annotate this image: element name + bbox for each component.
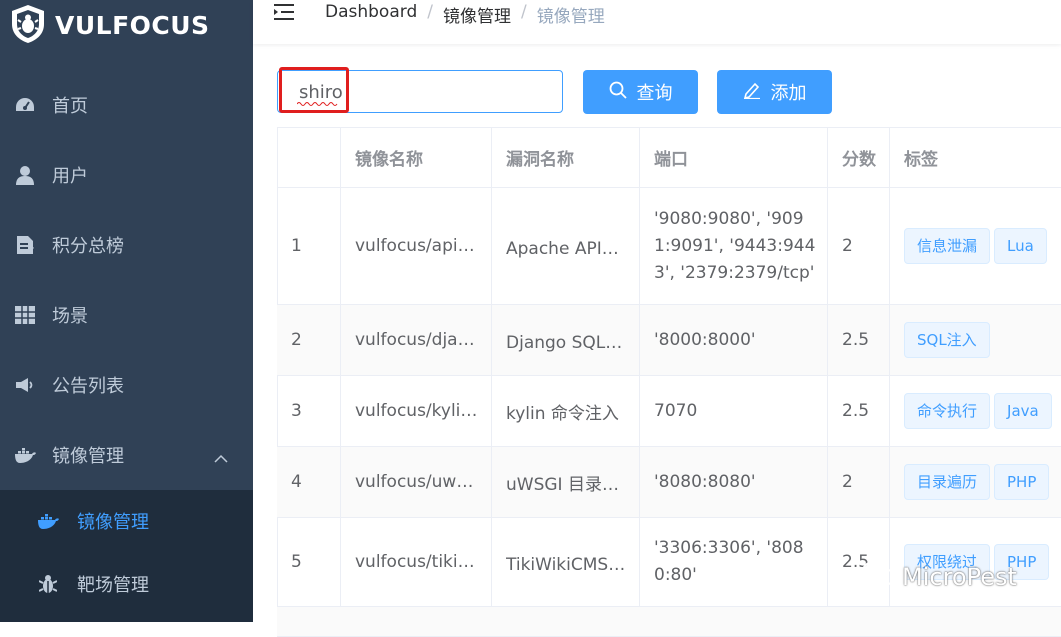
bug-shield-logo-icon: [10, 4, 46, 48]
sidebar-item-scenes[interactable]: 场景: [0, 280, 253, 350]
vuln-name: TikiWikiCMS 权限绕过: [506, 554, 639, 575]
row-index: 2: [277, 305, 341, 375]
image-name: vulfocus/tikiwiki-cve_2020_15906: [355, 552, 491, 572]
tag: Java: [994, 393, 1052, 429]
search-icon: [609, 81, 627, 104]
breadcrumb-image-management[interactable]: 镜像管理: [443, 2, 511, 27]
sidebar-item-home[interactable]: 首页: [0, 70, 253, 140]
bug-icon: [37, 573, 59, 595]
column-header-vuln-name: 漏洞名称: [492, 127, 640, 187]
submenu-item-label: 镜像管理: [77, 512, 149, 533]
watermark: MicroPest: [862, 560, 1017, 594]
image-name: vulfocus/apisix-cve_2020_13945: [355, 236, 491, 256]
image-name: vulfocus/kylin-cve_2020_13925: [355, 401, 491, 421]
tags: SQL注入: [890, 305, 1061, 375]
sidebar-item-label: 场景: [52, 306, 88, 327]
sidebar-item-users[interactable]: 用户: [0, 140, 253, 210]
tag: 命令执行: [904, 393, 991, 429]
tag: 信息泄漏: [904, 228, 991, 264]
column-header-image-name: 镜像名称: [341, 127, 492, 187]
tags: 信息泄漏 Lua: [890, 188, 1061, 304]
query-button[interactable]: 查询: [583, 70, 698, 114]
submenu: 镜像管理 靶场管理: [0, 490, 253, 622]
watermark-text: MicroPest: [902, 563, 1017, 591]
column-header-index: [277, 127, 341, 187]
wechat-icon: [862, 560, 896, 594]
table-row[interactable]: 3 vulfocus/kylin-cve_2020_13925 kylin 命令…: [277, 376, 1061, 447]
table-row[interactable]: 2 vulfocus/django-cve_2021_35042 Django …: [277, 305, 1061, 376]
sidebar-item-label: 镜像管理: [52, 446, 124, 467]
score: 2.5: [828, 376, 890, 446]
user-icon: [14, 164, 36, 186]
spellcheck-underline: [297, 102, 338, 106]
sidebar-item-image-management[interactable]: 镜像管理: [0, 420, 253, 490]
table-row[interactable]: 1 vulfocus/apisix-cve_2020_13945 Apache …: [277, 188, 1061, 305]
menu-toggle-icon[interactable]: [273, 2, 295, 26]
tags: 目录遍历 PHP: [890, 447, 1061, 517]
add-button-label: 添加: [770, 83, 807, 104]
vuln-name: Django SQL注入: [506, 332, 639, 353]
port-mapping: '3306:3306', '8080:80': [640, 518, 828, 606]
row-index: 1: [277, 188, 341, 304]
score: 2: [828, 447, 890, 517]
column-header-tags: 标签: [904, 149, 938, 170]
tag: PHP: [994, 464, 1050, 500]
megaphone-icon: [14, 374, 36, 396]
add-button[interactable]: 添加: [717, 70, 832, 114]
sidebar-item-label: 用户: [52, 166, 88, 187]
edit-icon: [743, 81, 761, 104]
row-index: 3: [277, 376, 341, 446]
sidebar: VULFOCUS 首页 用户 积分总榜 场景 公告列表 镜像管理 镜像管理 靶场…: [0, 0, 253, 622]
chevron-up-icon[interactable]: [214, 447, 228, 468]
sidebar-item-label: 积分总榜: [52, 236, 124, 257]
sidebar-item-announcements[interactable]: 公告列表: [0, 350, 253, 420]
sidebar-item-leaderboard[interactable]: 积分总榜: [0, 210, 253, 280]
breadcrumb: Dashboard / 镜像管理 / 镜像管理: [325, 2, 605, 27]
vuln-name: Apache APISIX 默认密钥漏洞: [506, 238, 639, 259]
submenu-item-range-management[interactable]: 靶场管理: [0, 553, 253, 615]
sidebar-item-label: 首页: [52, 96, 88, 117]
score: 2: [828, 188, 890, 304]
app-name: VULFOCUS: [55, 11, 210, 40]
submenu-item-image-management[interactable]: 镜像管理: [0, 490, 253, 552]
tags: 命令执行 Java: [890, 376, 1061, 446]
table-row-partial: [277, 607, 1061, 637]
breadcrumb-separator: /: [520, 2, 527, 22]
tag: Lua: [994, 228, 1047, 264]
vuln-name: kylin 命令注入: [506, 403, 619, 424]
breadcrumb-separator: /: [427, 2, 433, 22]
docker-icon: [14, 444, 36, 466]
score: 2.5: [828, 305, 890, 375]
grid-icon: [14, 304, 36, 326]
image-name: vulfocus/django-cve_2021_35042: [355, 330, 491, 350]
docker-icon: [37, 510, 59, 532]
sidebar-item-label: 公告列表: [52, 376, 124, 397]
port-mapping: 7070: [640, 376, 828, 446]
tag: 目录遍历: [904, 464, 991, 500]
row-index: 4: [277, 447, 341, 517]
table-row[interactable]: 4 vulfocus/uwsgi-cve_2018_7490 uWSGI 目录遍…: [277, 447, 1061, 518]
submenu-item-label: 靶场管理: [77, 575, 149, 596]
image-name: vulfocus/uwsgi-cve_2018_7490: [355, 472, 491, 492]
port-mapping: '8080:8080': [640, 447, 828, 517]
vuln-name: uWSGI 目录遍历: [506, 474, 636, 495]
port-mapping: '9080:9080', '9091:9091', '9443:9443', '…: [640, 188, 828, 304]
column-header-port: 端口: [640, 127, 828, 187]
dashboard-icon: [14, 94, 36, 116]
tag: SQL注入: [904, 322, 990, 358]
row-index: 5: [277, 518, 341, 606]
app-logo[interactable]: VULFOCUS: [10, 3, 210, 48]
breadcrumb-current: 镜像管理: [536, 7, 605, 27]
table-header: 镜像名称 漏洞名称 端口 分数 标签: [277, 127, 1061, 188]
top-navbar: Dashboard / 镜像管理 / 镜像管理: [253, 0, 1061, 44]
query-button-label: 查询: [636, 83, 673, 104]
column-header-score: 分数: [828, 127, 890, 187]
port-mapping: '8000:8000': [640, 305, 828, 375]
breadcrumb-dashboard[interactable]: Dashboard: [325, 2, 417, 27]
document-icon: [14, 234, 36, 256]
